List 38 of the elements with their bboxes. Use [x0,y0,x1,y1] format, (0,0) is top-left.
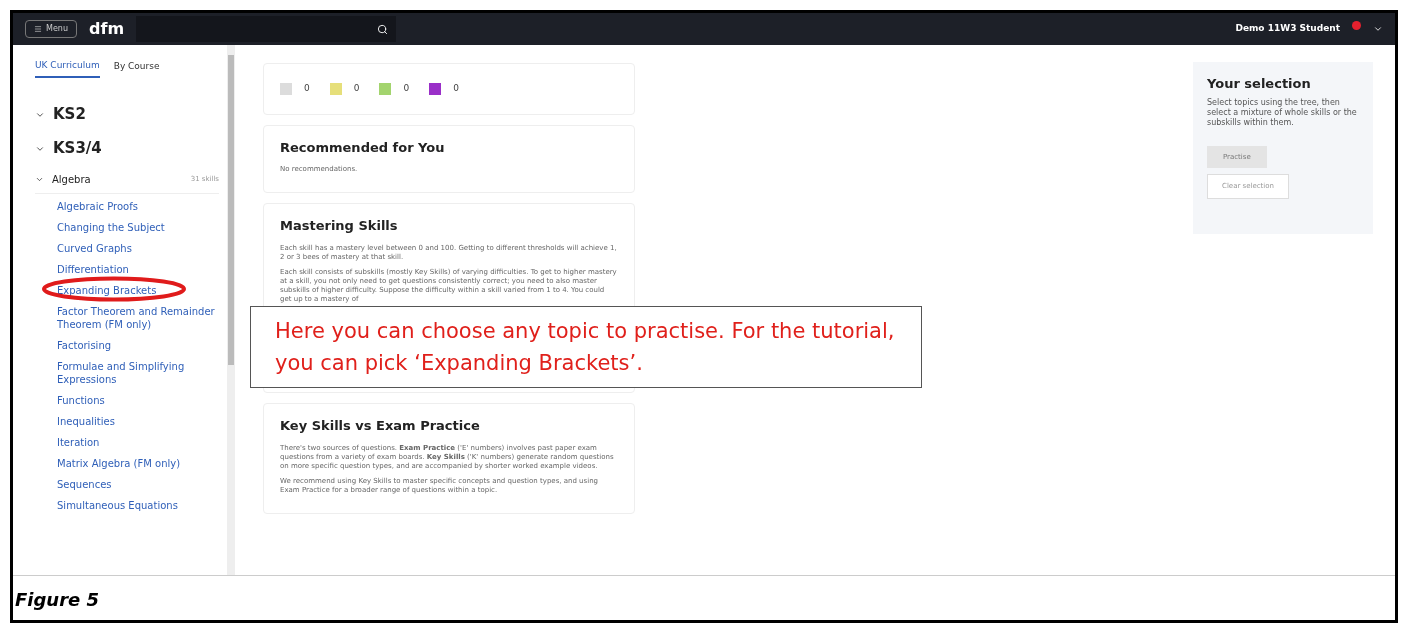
topic-link[interactable]: Factor Theorem and Remainder Theorem (FM only) [13,300,227,335]
tree-node[interactable]: Algebra [52,171,183,187]
topic-link[interactable]: Inequalities [13,410,227,432]
scrollbar[interactable] [227,45,235,575]
legend-count: 0 [453,82,459,95]
topic-link[interactable]: Formulae and Simplifying Expressions [13,355,227,390]
topic-link[interactable]: Functions [13,389,227,411]
card-title: Key Skills vs Exam Practice [280,417,481,435]
topic-link[interactable]: Matrix Algebra (FM only) [13,452,227,474]
card-title: Mastering Skills [280,217,399,235]
topic-link[interactable]: Factorising [13,334,227,356]
topic-link[interactable]: Expanding Brackets [13,279,227,301]
topic-link[interactable]: Simultaneous Equations [13,494,227,516]
search-icon [377,23,389,35]
legend-count: 0 [304,82,310,95]
card-title: Recommended for You [280,138,446,157]
legend-count: 0 [353,82,360,95]
topic-link[interactable]: Differentiation [13,258,227,280]
topic-link[interactable]: Sequences [13,473,227,495]
selection-text: Select topics using the tree, then select a mixture of whole skills or the subskills within them. [1207,97,1358,128]
menu-icon [34,25,42,33]
menu-button[interactable]: Menu [25,20,77,38]
topic-link[interactable]: Algebraic Proofs [13,195,227,217]
tree-node[interactable]: KS3/4 [53,137,102,160]
curriculum-tab[interactable]: UK Curriculum [35,59,100,78]
topic-link[interactable]: Curved Graphs [13,237,227,259]
tree-node[interactable]: KS2 [53,103,86,126]
topic-link[interactable]: Iteration [13,431,227,453]
curriculum-tab[interactable]: By Course [113,59,160,78]
search-field[interactable] [136,16,397,42]
callout-box: Here you can choose any topic to practise. For the tutorial, you can pick ‘Expanding Brackets’. [250,306,922,388]
figure-caption: Figure 5 [14,588,100,612]
user-name[interactable]: Demo 11W3 Student [1235,22,1340,36]
chevron-down-icon [1373,24,1383,34]
logo: dfm [88,18,125,40]
legend-count: 0 [403,82,410,95]
topic-link[interactable]: Changing the Subject [13,216,227,238]
selection-title: Your selection [1207,75,1312,93]
